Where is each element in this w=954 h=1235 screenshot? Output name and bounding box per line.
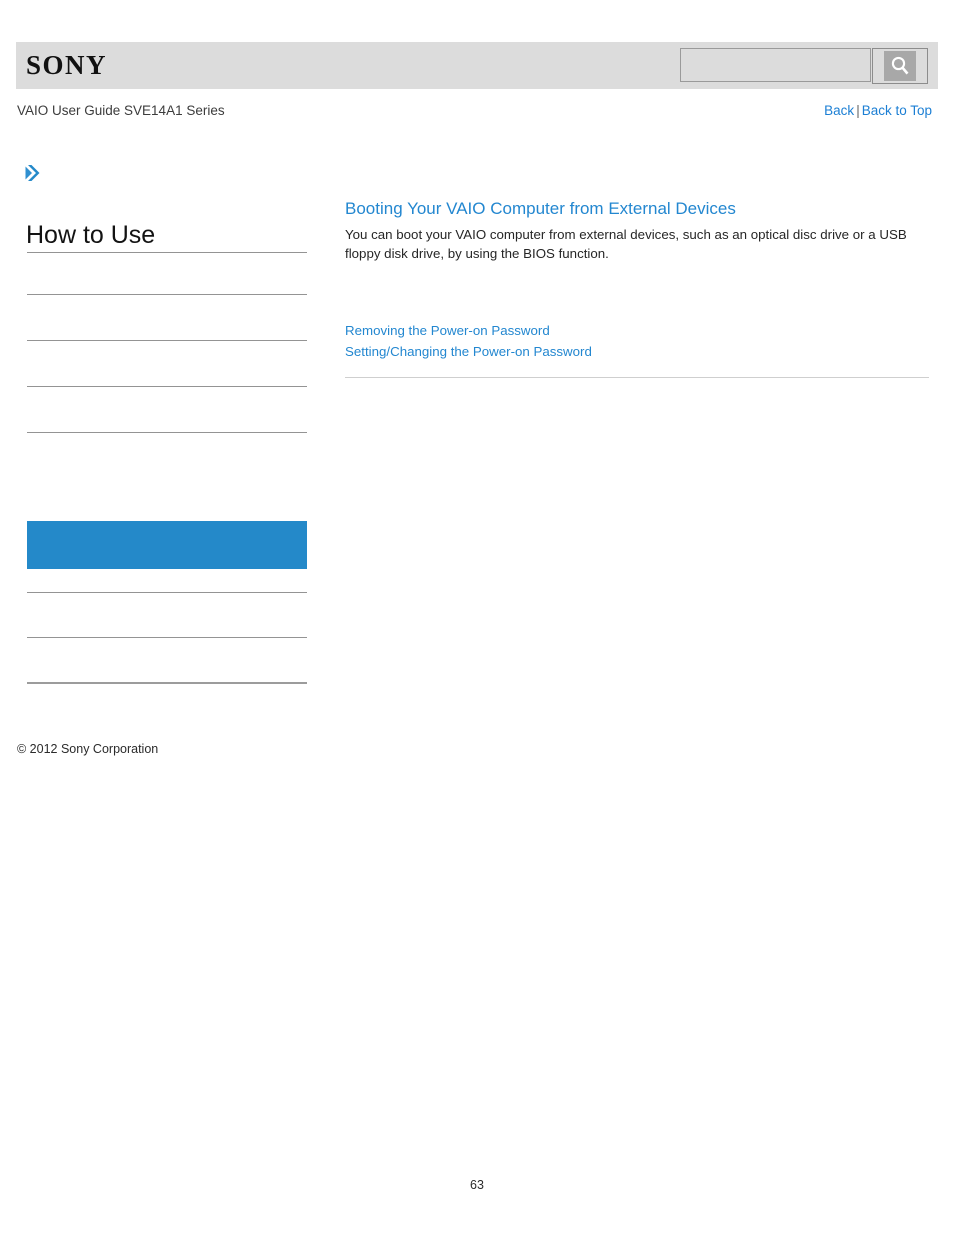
page-number: 63 <box>470 1178 484 1192</box>
sidebar-section-title: How to Use <box>26 221 156 249</box>
main-content: Booting Your VAIO Computer from External… <box>345 198 930 263</box>
sidebar-item-5-selected[interactable] <box>27 521 307 569</box>
nav-links: Back | Back to Top <box>824 102 932 119</box>
search-icon <box>884 51 916 81</box>
related-link-2[interactable]: Setting/Changing the Power-on Password <box>345 341 930 362</box>
sidebar-item-4[interactable] <box>27 387 307 432</box>
guide-title: VAIO User Guide SVE14A1 Series <box>17 103 225 118</box>
sidebar-rule-7 <box>27 682 307 684</box>
related-links: Removing the Power-on Password Setting/C… <box>345 320 930 362</box>
sidebar-item-2[interactable] <box>27 295 307 340</box>
page-root: SONY VAIO User Guide SVE14A1 Series Back… <box>0 0 954 1235</box>
search-input[interactable] <box>680 48 871 82</box>
copyright-text: © 2012 Sony Corporation <box>17 742 159 756</box>
nav-separator: | <box>856 103 860 118</box>
back-to-top-link[interactable]: Back to Top <box>862 103 932 118</box>
sidebar-item-1[interactable] <box>27 253 307 294</box>
double-chevron-right-icon[interactable] <box>25 162 45 184</box>
back-link[interactable]: Back <box>824 103 854 118</box>
page-title: Booting Your VAIO Computer from External… <box>345 199 736 218</box>
body-text: You can boot your VAIO computer from ext… <box>345 227 907 261</box>
content-divider <box>345 377 929 378</box>
search-area <box>680 48 928 84</box>
search-button[interactable] <box>872 48 928 84</box>
related-link-1[interactable]: Removing the Power-on Password <box>345 320 930 341</box>
sidebar-item-6[interactable] <box>27 593 307 637</box>
sidebar-item-3[interactable] <box>27 341 307 386</box>
sony-logo: SONY <box>26 50 108 80</box>
sidebar-rule-4 <box>27 432 307 433</box>
sidebar-item-7[interactable] <box>27 638 307 682</box>
